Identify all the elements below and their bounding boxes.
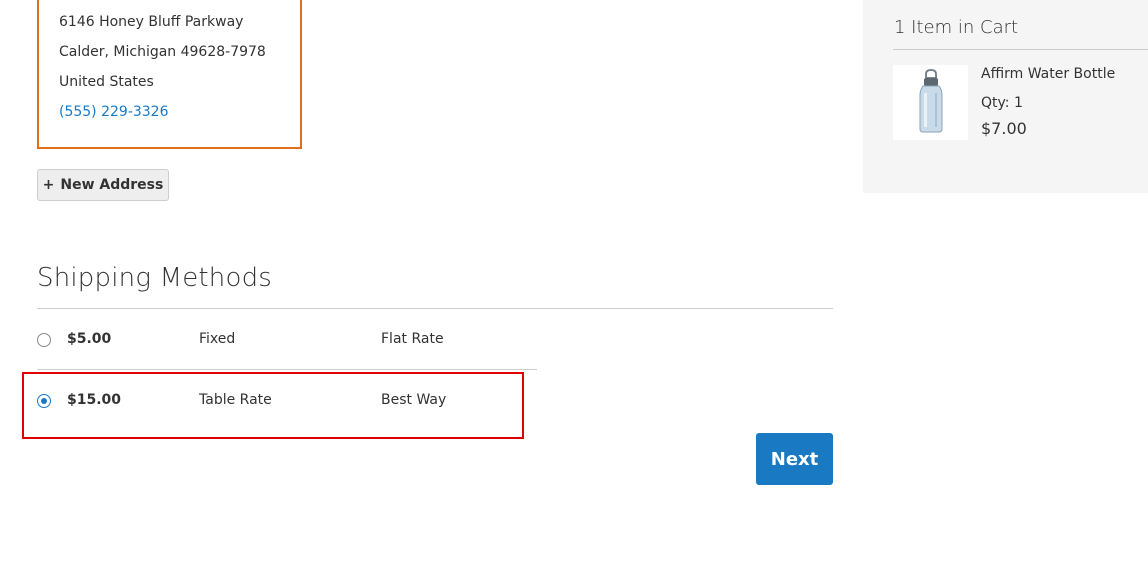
shipping-method-row[interactable]: $5.00 Fixed Flat Rate [37, 309, 537, 370]
shipping-methods-title: Shipping Methods [37, 263, 273, 293]
new-address-button[interactable]: + New Address [37, 169, 169, 201]
cart-item-price: $7.00 [981, 119, 1027, 138]
shipping-method-price: $15.00 [67, 392, 122, 408]
shipping-method-radio-flat-rate[interactable] [37, 333, 51, 347]
cart-item-qty: Qty: 1 [981, 95, 1023, 111]
address-phone-link[interactable]: (555) 229-3326 [59, 103, 169, 121]
shipping-method-radio-best-way[interactable] [37, 394, 51, 408]
order-summary-sidebar: 1 Item in Cart Affirm Water Bottle Qty: … [863, 0, 1148, 193]
water-bottle-image[interactable] [893, 65, 968, 140]
address-city-line: Calder, Michigan 49628-7978 [59, 44, 266, 60]
selected-shipping-address-card[interactable]: 6146 Honey Bluff Parkway Calder, Michiga… [37, 0, 302, 149]
water-bottle-icon [893, 65, 968, 140]
new-address-button-label: New Address [60, 177, 164, 193]
shipping-method-type: Fixed [199, 331, 236, 347]
shipping-method-carrier: Flat Rate [381, 331, 444, 347]
shipping-method-row[interactable]: $15.00 Table Rate Best Way [37, 370, 537, 431]
next-button[interactable]: Next [756, 433, 833, 485]
shipping-method-price: $5.00 [67, 331, 112, 347]
shipping-method-carrier: Best Way [381, 392, 447, 408]
address-street: 6146 Honey Bluff Parkway [59, 14, 244, 30]
plus-icon: + [42, 177, 55, 193]
cart-divider [893, 49, 1148, 50]
address-country: United States [59, 74, 154, 90]
shipping-method-type: Table Rate [199, 392, 272, 408]
cart-item-name[interactable]: Affirm Water Bottle [981, 66, 1115, 82]
cart-items-count-title[interactable]: 1 Item in Cart [894, 17, 1018, 38]
